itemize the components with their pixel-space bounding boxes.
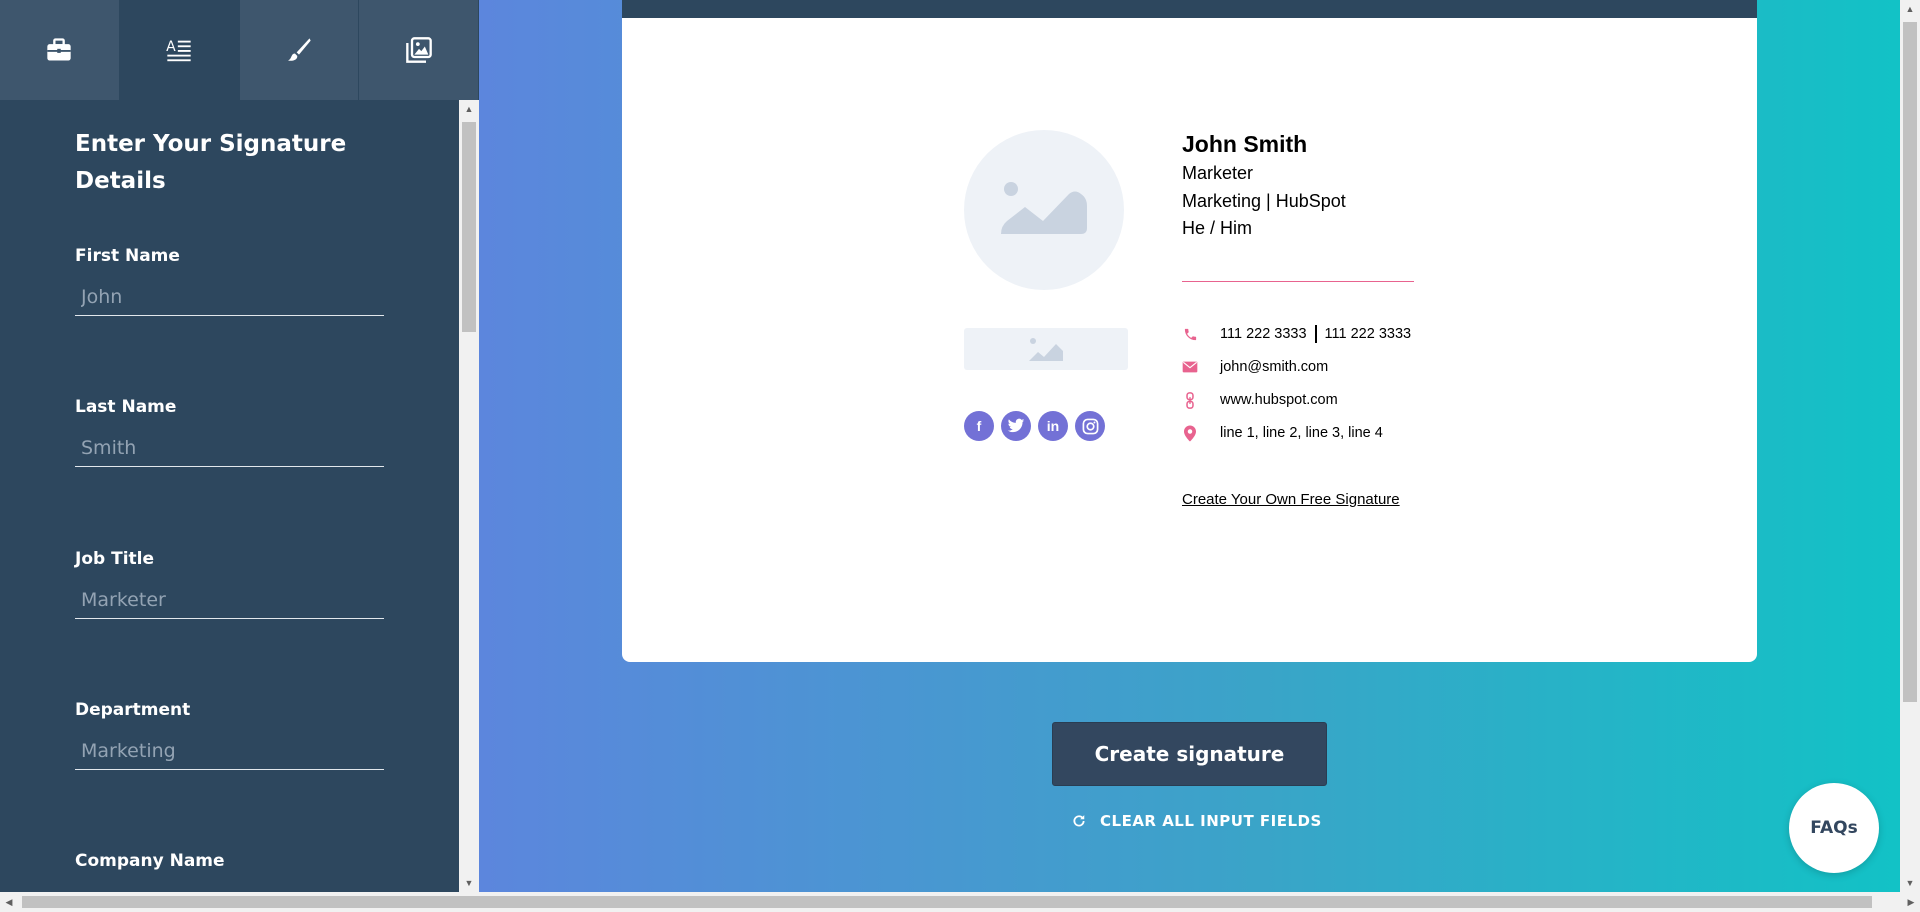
company-logo-placeholder[interactable] [964,328,1128,370]
tab-style[interactable] [239,0,360,100]
tab-details[interactable]: A [119,0,240,100]
contact-address: line 1, line 2, line 3, line 4 [1182,425,1383,441]
first-name-field: First Name [75,246,384,316]
signature-divider [1182,281,1414,282]
email-icon [1182,359,1198,375]
signature-pronouns: He / Him [1182,218,1253,238]
image-placeholder-icon [1001,182,1087,234]
signature-preview-card: f in John Smith Marketer Marketing | Hub… [622,0,1757,662]
scroll-down-arrow-icon[interactable]: ▼ [459,874,479,892]
company-name-input[interactable] [75,883,384,892]
sidebar-scrollbar[interactable]: ▲ ▼ [459,100,479,892]
last-name-input[interactable] [75,429,384,467]
page-horizontal-scroll-thumb[interactable] [22,896,1872,908]
twitter-icon[interactable] [1001,411,1031,441]
brush-icon [287,38,311,61]
last-name-field: Last Name [75,397,384,467]
contact-website: www.hubspot.com [1182,391,1338,409]
company-name-field: Company Name [75,851,384,892]
signature-job-title: Marketer [1182,163,1254,183]
image-placeholder-icon [1029,338,1063,361]
create-signature-button[interactable]: Create signature [1052,722,1327,786]
instagram-icon[interactable] [1075,411,1105,441]
page-vertical-scroll-thumb[interactable] [1903,22,1917,702]
sidebar-scroll-thumb[interactable] [462,122,476,332]
department-field: Department [75,700,384,770]
phone-icon [1182,326,1198,342]
sidebar-tabbar: A [0,0,479,100]
email-address: john@smith.com [1220,359,1329,375]
website-url: www.hubspot.com [1220,392,1338,408]
tab-images[interactable] [359,0,479,100]
faq-button[interactable]: FAQs [1789,783,1879,873]
clear-all-fields-button[interactable]: CLEAR ALL INPUT FIELDS [1072,812,1322,830]
briefcase-icon [47,38,72,61]
link-icon [1182,391,1198,409]
contact-email: john@smith.com [1182,359,1328,375]
image-gallery-icon [405,37,432,63]
card-topbar [622,0,1757,18]
job-title-input[interactable] [75,581,384,619]
phone-number-1: 111 222 3333 [1220,326,1307,342]
location-pin-icon [1182,425,1198,441]
scroll-up-arrow-icon[interactable]: ▲ [1900,0,1920,18]
social-icons: f in [964,411,1105,441]
job-title-label: Job Title [75,549,154,569]
svg-text:A: A [166,39,176,55]
signature-form: Enter Your Signature Details First Name … [0,100,459,892]
scroll-down-arrow-icon[interactable]: ▼ [1900,874,1920,892]
signature-department-company: Marketing | HubSpot [1182,191,1346,211]
text-format-icon: A [166,39,191,62]
company-name-label: Company Name [75,851,225,871]
department-label: Department [75,700,191,720]
linkedin-icon[interactable]: in [1038,411,1068,441]
scroll-left-arrow-icon[interactable]: ◀ [0,892,18,912]
create-own-signature-link[interactable]: Create Your Own Free Signature [1182,491,1400,508]
first-name-label: First Name [75,246,180,266]
preview-area: f in John Smith Marketer Marketing | Hub… [479,0,1900,892]
scroll-right-arrow-icon[interactable]: ▶ [1902,892,1920,912]
contact-phone: 111 222 3333 111 222 3333 [1182,325,1411,343]
phone-number-2: 111 222 3333 [1324,326,1412,342]
profile-photo-placeholder[interactable] [964,130,1124,290]
scroll-up-arrow-icon[interactable]: ▲ [459,100,479,118]
clear-all-fields-label: CLEAR ALL INPUT FIELDS [1100,812,1322,830]
facebook-icon[interactable]: f [964,411,994,441]
address-text: line 1, line 2, line 3, line 4 [1220,425,1383,441]
job-title-field: Job Title [75,549,384,619]
page-vertical-scrollbar[interactable]: ▲ ▼ [1900,0,1920,892]
first-name-input[interactable] [75,278,384,316]
sidebar: A Enter Your Signature Details First Nam… [0,0,479,892]
page-horizontal-scrollbar[interactable]: ◀ ▶ [0,892,1920,912]
last-name-label: Last Name [75,397,177,417]
form-title: Enter Your Signature Details [75,131,347,194]
phone-separator [1314,325,1317,343]
department-input[interactable] [75,732,384,770]
tab-templates[interactable] [0,0,120,100]
signature-name: John Smith [1182,131,1308,157]
refresh-icon [1073,815,1085,827]
